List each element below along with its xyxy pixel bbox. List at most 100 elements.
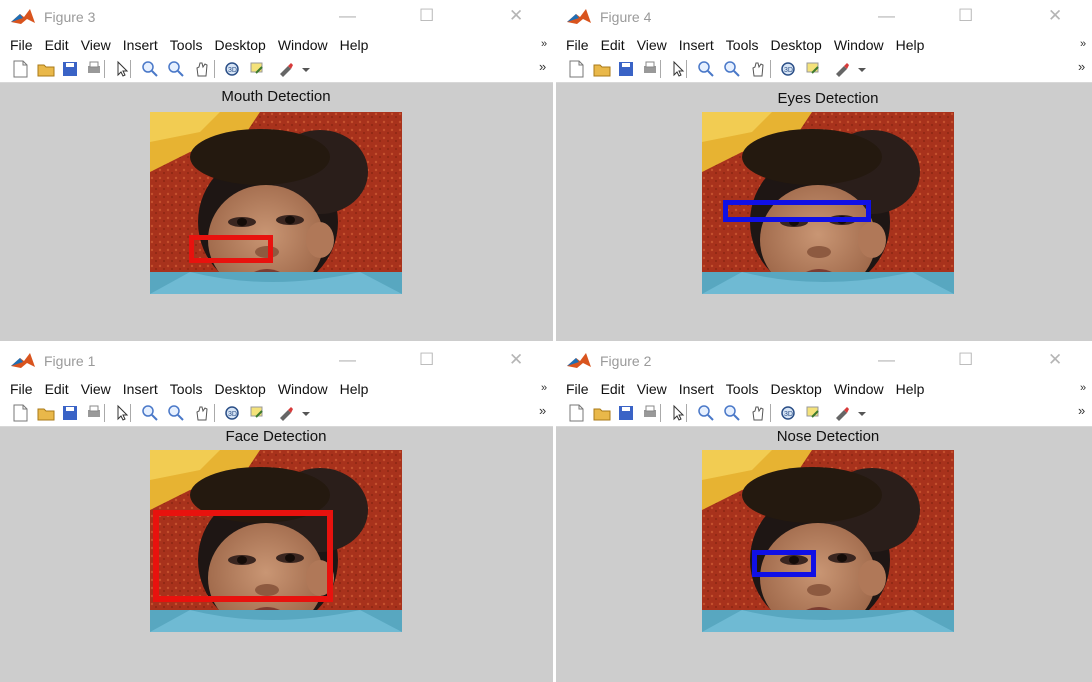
menu-item[interactable]: Tools — [164, 378, 209, 400]
maximize-button[interactable]: ☐ — [958, 350, 973, 370]
pointer-icon[interactable] — [668, 403, 688, 423]
menu-item[interactable]: Edit — [595, 34, 631, 56]
brush-icon[interactable] — [276, 59, 296, 79]
new-figure-icon[interactable] — [10, 59, 30, 79]
save-icon[interactable] — [60, 59, 80, 79]
minimize-button[interactable]: — — [339, 6, 356, 26]
new-figure-icon[interactable] — [566, 403, 586, 423]
menu-item[interactable]: Tools — [164, 34, 209, 56]
menu-item[interactable]: Edit — [39, 378, 75, 400]
menu-item[interactable]: Tools — [720, 378, 765, 400]
menu-item[interactable]: Window — [272, 378, 334, 400]
menu-item[interactable]: Edit — [39, 34, 75, 56]
close-button[interactable]: ✕ — [509, 350, 523, 370]
toolbar-overflow-button[interactable]: » — [539, 59, 546, 74]
brush-icon[interactable] — [832, 403, 852, 423]
brush-dropdown-icon[interactable] — [296, 59, 316, 79]
menu-item[interactable]: Window — [272, 34, 334, 56]
menu-item[interactable]: View — [75, 378, 117, 400]
data-cursor-icon[interactable] — [804, 59, 824, 79]
menu-item[interactable]: View — [75, 34, 117, 56]
menu-item[interactable]: Desktop — [764, 378, 827, 400]
menu-item[interactable]: File — [0, 34, 39, 56]
menu-item[interactable]: View — [631, 34, 673, 56]
menu-item[interactable]: Window — [828, 378, 890, 400]
menu-item[interactable]: Tools — [720, 34, 765, 56]
window-titlebar[interactable]: Figure 4 — ☐ ✕ — [556, 0, 1092, 34]
menu-overflow-button[interactable]: » — [1080, 38, 1086, 50]
brush-dropdown-icon[interactable] — [296, 403, 316, 423]
pan-hand-icon[interactable] — [748, 403, 768, 423]
open-file-icon[interactable] — [36, 403, 56, 423]
print-icon[interactable] — [84, 59, 104, 79]
menu-overflow-button[interactable]: » — [541, 38, 547, 50]
close-button[interactable]: ✕ — [1048, 350, 1062, 370]
window-titlebar[interactable]: Figure 3 — ☐ ✕ — [0, 0, 553, 34]
zoom-out-icon[interactable] — [722, 59, 742, 79]
data-cursor-icon[interactable] — [804, 403, 824, 423]
zoom-out-icon[interactable] — [166, 59, 186, 79]
menu-item[interactable]: Insert — [673, 378, 720, 400]
menu-overflow-button[interactable]: » — [541, 382, 547, 394]
pointer-icon[interactable] — [112, 59, 132, 79]
data-cursor-icon[interactable] — [248, 403, 268, 423]
menu-item[interactable]: Help — [890, 378, 931, 400]
brush-dropdown-icon[interactable] — [852, 403, 872, 423]
close-button[interactable]: ✕ — [1048, 6, 1062, 26]
save-icon[interactable] — [616, 59, 636, 79]
menu-item[interactable]: Help — [890, 34, 931, 56]
menu-item[interactable]: Insert — [117, 378, 164, 400]
zoom-in-icon[interactable] — [140, 403, 160, 423]
print-icon[interactable] — [640, 59, 660, 79]
data-cursor-icon[interactable] — [248, 59, 268, 79]
minimize-button[interactable]: — — [878, 6, 895, 26]
menu-item[interactable]: View — [631, 378, 673, 400]
menu-overflow-button[interactable]: » — [1080, 382, 1086, 394]
toolbar-overflow-button[interactable]: » — [1078, 403, 1085, 418]
menu-item[interactable]: Insert — [117, 34, 164, 56]
open-file-icon[interactable] — [592, 59, 612, 79]
close-button[interactable]: ✕ — [509, 6, 523, 26]
print-icon[interactable] — [640, 403, 660, 423]
save-icon[interactable] — [60, 403, 80, 423]
menu-item[interactable]: File — [556, 34, 595, 56]
brush-dropdown-icon[interactable] — [852, 59, 872, 79]
pan-hand-icon[interactable] — [748, 59, 768, 79]
maximize-button[interactable]: ☐ — [419, 6, 434, 26]
save-icon[interactable] — [616, 403, 636, 423]
menu-item[interactable]: Help — [334, 34, 375, 56]
minimize-button[interactable]: — — [339, 350, 356, 370]
pan-hand-icon[interactable] — [192, 403, 212, 423]
menu-item[interactable]: Desktop — [208, 34, 271, 56]
open-file-icon[interactable] — [592, 403, 612, 423]
toolbar-overflow-button[interactable]: » — [1078, 59, 1085, 74]
maximize-button[interactable]: ☐ — [958, 6, 973, 26]
menu-item[interactable]: Insert — [673, 34, 720, 56]
toolbar-overflow-button[interactable]: » — [539, 403, 546, 418]
menu-item[interactable]: File — [0, 378, 39, 400]
minimize-button[interactable]: — — [878, 350, 895, 370]
rotate-3d-icon[interactable]: 3D — [778, 59, 798, 79]
zoom-out-icon[interactable] — [722, 403, 742, 423]
print-icon[interactable] — [84, 403, 104, 423]
menu-item[interactable]: Desktop — [764, 34, 827, 56]
window-titlebar[interactable]: Figure 1 — ☐ ✕ — [0, 344, 553, 378]
pointer-icon[interactable] — [112, 403, 132, 423]
brush-icon[interactable] — [832, 59, 852, 79]
pointer-icon[interactable] — [668, 59, 688, 79]
zoom-in-icon[interactable] — [696, 59, 716, 79]
pan-hand-icon[interactable] — [192, 59, 212, 79]
new-figure-icon[interactable] — [566, 59, 586, 79]
zoom-out-icon[interactable] — [166, 403, 186, 423]
menu-item[interactable]: Window — [828, 34, 890, 56]
brush-icon[interactable] — [276, 403, 296, 423]
rotate-3d-icon[interactable]: 3D — [778, 403, 798, 423]
zoom-in-icon[interactable] — [140, 59, 160, 79]
window-titlebar[interactable]: Figure 2 — ☐ ✕ — [556, 344, 1092, 378]
zoom-in-icon[interactable] — [696, 403, 716, 423]
open-file-icon[interactable] — [36, 59, 56, 79]
rotate-3d-icon[interactable]: 3D — [222, 59, 242, 79]
new-figure-icon[interactable] — [10, 403, 30, 423]
maximize-button[interactable]: ☐ — [419, 350, 434, 370]
menu-item[interactable]: Help — [334, 378, 375, 400]
